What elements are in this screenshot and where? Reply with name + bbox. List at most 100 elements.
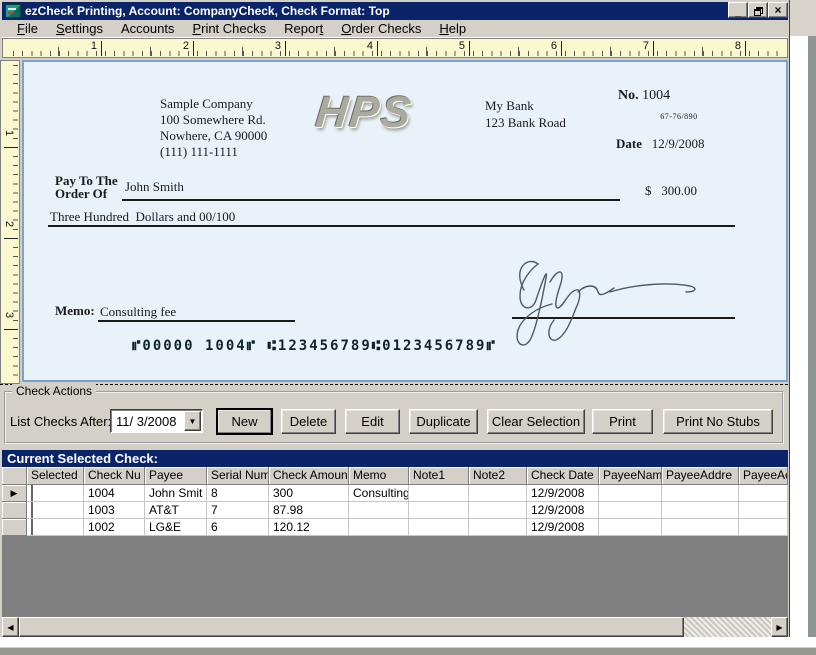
memo-cell[interactable]: Consulting xyxy=(349,485,409,502)
column-header[interactable]: Check Amount xyxy=(269,467,349,485)
ruler-tick xyxy=(4,329,18,330)
column-header[interactable]: PayeeName xyxy=(599,467,662,485)
note2-cell[interactable] xyxy=(469,519,527,536)
column-header[interactable]: Memo xyxy=(349,467,409,485)
current-row-arrow-icon: ▶ xyxy=(10,488,18,498)
memo-value: Consulting fee xyxy=(100,304,177,319)
note2-cell[interactable] xyxy=(469,485,527,502)
scroll-left-button[interactable]: ◀ xyxy=(2,617,19,637)
column-header[interactable]: PayeeAc xyxy=(739,467,788,485)
serial-cell[interactable]: 6 xyxy=(207,519,269,536)
new-button[interactable]: New xyxy=(217,409,272,434)
check-date-block: Date 12/9/2008 xyxy=(616,136,704,152)
bottom-gray-bar xyxy=(0,647,816,655)
company-logo: HPS xyxy=(313,88,416,137)
minimize-icon: _ xyxy=(735,7,741,18)
print-no-stubs-button[interactable]: Print No Stubs xyxy=(663,409,773,434)
scrollbar-thumb[interactable] xyxy=(19,617,684,637)
scroll-right-button[interactable]: ▶ xyxy=(771,617,788,637)
column-header[interactable]: Serial Num xyxy=(207,467,269,485)
desktop-area xyxy=(790,0,816,36)
payee-name-cell[interactable] xyxy=(599,519,662,536)
menu-order-checks[interactable]: Order Checks xyxy=(332,20,430,37)
vertical-ruler: 1 2 3 xyxy=(0,60,20,384)
check-date-cell[interactable]: 12/9/2008 xyxy=(527,519,599,536)
serial-cell[interactable]: 7 xyxy=(207,502,269,519)
payee-underline xyxy=(122,199,620,201)
payee-name-cell[interactable] xyxy=(599,502,662,519)
check-date-cell[interactable]: 12/9/2008 xyxy=(527,485,599,502)
check-num-cell[interactable]: 1002 xyxy=(84,519,145,536)
close-button[interactable]: × xyxy=(768,2,788,18)
edit-button[interactable]: Edit xyxy=(345,409,400,434)
table-header-row: Selected Check Nu Payee Serial Num Check… xyxy=(2,467,788,485)
note2-cell[interactable] xyxy=(469,502,527,519)
amount-cell[interactable]: 120.12 xyxy=(269,519,349,536)
column-header[interactable]: Check Date xyxy=(527,467,599,485)
serial-cell[interactable]: 8 xyxy=(207,485,269,502)
row-checkbox[interactable] xyxy=(31,502,33,518)
note1-cell[interactable] xyxy=(409,502,469,519)
amount-cell[interactable]: 300 xyxy=(269,485,349,502)
horizontal-scrollbar[interactable]: ◀ ▶ xyxy=(2,617,788,637)
clear-selection-button[interactable]: Clear Selection xyxy=(487,409,585,434)
column-header[interactable]: Note1 xyxy=(409,467,469,485)
payee-ac-cell[interactable] xyxy=(739,519,788,536)
minimize-button[interactable]: _ xyxy=(728,2,748,18)
table-row[interactable]: ▶ 1004 John Smit 8 300 Consulting 12/9/2… xyxy=(2,485,788,502)
payee-name-cell[interactable] xyxy=(599,485,662,502)
duplicate-button[interactable]: Duplicate xyxy=(409,409,478,434)
ruler-number: 6 xyxy=(550,40,557,52)
check-num-cell[interactable]: 1004 xyxy=(84,485,145,502)
date-filter-dropdown-button[interactable]: ▼ xyxy=(184,411,201,431)
company-phone: (111) 111-1111 xyxy=(160,144,238,159)
column-header[interactable]: Note2 xyxy=(469,467,527,485)
ruler-number: 5 xyxy=(458,40,465,52)
delete-button[interactable]: Delete xyxy=(281,409,336,434)
scrollbar-track[interactable] xyxy=(684,617,771,637)
check-num-cell[interactable]: 1003 xyxy=(84,502,145,519)
payee-ac-cell[interactable] xyxy=(739,485,788,502)
ruler-tick xyxy=(745,41,746,56)
restore-button[interactable] xyxy=(748,2,768,18)
amount-cell[interactable]: 87.98 xyxy=(269,502,349,519)
ruler-number: 1 xyxy=(90,40,97,52)
check-date-cell[interactable]: 12/9/2008 xyxy=(527,502,599,519)
payee-addr-cell[interactable] xyxy=(662,485,739,502)
table-row[interactable]: 1003 AT&T 7 87.98 12/9/2008 xyxy=(2,502,788,519)
payee-ac-cell[interactable] xyxy=(739,502,788,519)
row-checkbox[interactable] xyxy=(31,485,33,501)
payee-addr-cell[interactable] xyxy=(662,519,739,536)
payee-cell[interactable]: John Smit xyxy=(145,485,207,502)
restore-icon xyxy=(753,7,763,16)
ruler-number: 2 xyxy=(182,40,189,52)
title-bar[interactable]: ezCheck Printing, Account: CompanyCheck,… xyxy=(2,2,788,20)
menu-settings[interactable]: Settings xyxy=(47,20,112,37)
selected-cell xyxy=(27,502,84,519)
empty-grid-area xyxy=(2,538,788,617)
ruler-half-ticks xyxy=(13,47,783,56)
menu-report[interactable]: Report xyxy=(275,20,332,37)
note1-cell[interactable] xyxy=(409,485,469,502)
menu-help[interactable]: Help xyxy=(430,20,475,37)
table-row[interactable]: 1002 LG&E 6 120.12 12/9/2008 xyxy=(2,519,788,536)
print-button[interactable]: Print xyxy=(592,409,653,434)
menu-print-checks[interactable]: Print Checks xyxy=(183,20,275,37)
row-checkbox[interactable] xyxy=(31,519,33,535)
menu-accounts[interactable]: Accounts xyxy=(112,20,183,37)
row-selector xyxy=(2,519,27,536)
note1-cell[interactable] xyxy=(409,519,469,536)
column-header[interactable]: Selected xyxy=(27,467,84,485)
memo-cell[interactable] xyxy=(349,502,409,519)
date-value: 12/9/2008 xyxy=(651,136,705,151)
payee-addr-cell[interactable] xyxy=(662,502,739,519)
memo-cell[interactable] xyxy=(349,519,409,536)
column-header[interactable]: Check Nu xyxy=(84,467,145,485)
column-header[interactable]: Payee xyxy=(145,467,207,485)
payee-cell[interactable]: LG&E xyxy=(145,519,207,536)
payee-cell[interactable]: AT&T xyxy=(145,502,207,519)
menu-file[interactable]: File xyxy=(8,20,47,37)
page-boundary-dashed-line xyxy=(0,384,788,385)
date-filter-combobox[interactable]: 11/ 3/2008 ▼ xyxy=(110,409,203,433)
column-header[interactable]: PayeeAddre xyxy=(662,467,739,485)
